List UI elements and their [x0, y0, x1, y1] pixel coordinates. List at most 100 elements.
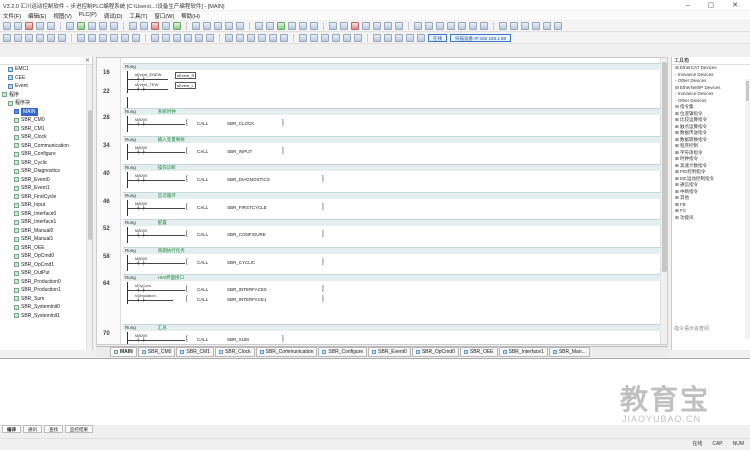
toolbar-button-icon[interactable] — [395, 22, 403, 30]
tree-item[interactable]: 程序块 — [2, 99, 92, 108]
ladder-tool-icon[interactable] — [99, 34, 107, 42]
ladder-tool-icon[interactable] — [3, 34, 11, 42]
tree-item[interactable]: SBR_FirstCycle — [2, 193, 92, 202]
toolbar-button-icon[interactable] — [447, 22, 455, 30]
tab-sbr-man-[interactable]: SBR_Man... — [548, 347, 590, 357]
device-ip-box[interactable]: 扫描设备 IP:192.168.1.88 — [450, 34, 512, 42]
ladder-tool-icon[interactable] — [206, 34, 214, 42]
ladder-tool-icon[interactable] — [88, 34, 96, 42]
toolbar-button-icon[interactable] — [414, 22, 422, 30]
scrollbar-thumb[interactable] — [746, 81, 749, 101]
ladder-tool-icon[interactable] — [384, 34, 392, 42]
tree-item[interactable]: SBR_OEE — [2, 244, 92, 253]
tree-item[interactable]: SBR_Configure — [2, 150, 92, 159]
tree-item[interactable]: SBR_Interface0 — [2, 210, 92, 219]
toolbar-button-icon[interactable] — [510, 22, 518, 30]
tree-item[interactable]: SBR_OutPut — [2, 269, 92, 278]
close-icon[interactable]: ✕ — [85, 57, 90, 64]
ladder-tool-icon[interactable] — [395, 34, 403, 42]
tab-sbr-communication[interactable]: SBR_Communication — [255, 347, 318, 357]
ladder-tool-icon[interactable] — [173, 34, 181, 42]
tree-item[interactable]: SBR_CM1 — [2, 125, 92, 134]
ladder-tool-icon[interactable] — [373, 34, 381, 42]
ladder-tool-icon[interactable] — [77, 34, 85, 42]
toolbar-button-icon[interactable] — [543, 22, 551, 30]
ladder-tool-icon[interactable] — [47, 34, 55, 42]
tree-item[interactable]: SBR_Cyclic — [2, 159, 92, 168]
tree-item[interactable]: EMC1 — [2, 65, 92, 74]
ladder-editor[interactable]: 16 Rung sEvent_ENEW ┤ ├ sEvent_TEW ┤ ├ sEvent_… — [96, 57, 668, 345]
toolbar-button-icon[interactable] — [329, 22, 337, 30]
toolbar-button-icon[interactable] — [140, 22, 148, 30]
output-tab[interactable]: 编译 — [2, 425, 21, 433]
ladder-tool-icon[interactable] — [110, 34, 118, 42]
toolbar-button-icon[interactable] — [340, 22, 348, 30]
toolbar-button-icon[interactable] — [203, 22, 211, 30]
toolbar-button-icon[interactable] — [88, 22, 96, 30]
toolbar-button-icon[interactable] — [351, 22, 359, 30]
tree-item[interactable]: SBR_Event0 — [2, 176, 92, 185]
ladder-tool-icon[interactable] — [247, 34, 255, 42]
toolbar-button-icon[interactable] — [277, 22, 285, 30]
scrollbar-thumb[interactable] — [88, 110, 92, 240]
toolbox-item[interactable]: ⊞ 功能块 — [672, 215, 750, 222]
output-tab[interactable]: 通讯 — [23, 425, 42, 433]
menu-item[interactable]: 视图(V) — [53, 12, 71, 20]
toolbar-button-icon[interactable] — [255, 22, 263, 30]
menu-item[interactable]: 文件(F) — [3, 12, 21, 20]
tree-item[interactable]: SBR_Sum — [2, 295, 92, 304]
toolbar-button-icon[interactable] — [425, 22, 433, 30]
tree-item[interactable]: SBR_OpCmd1 — [2, 261, 92, 270]
toolbar-button-icon[interactable] — [129, 22, 137, 30]
ladder-tool-icon[interactable] — [258, 34, 266, 42]
toolbar-button-icon[interactable] — [458, 22, 466, 30]
toolbar-button-icon[interactable] — [25, 22, 33, 30]
tree-item[interactable]: SBR_Interface1 — [2, 218, 92, 227]
editor-scrollbar[interactable] — [660, 58, 667, 344]
ladder-tool-icon[interactable] — [332, 34, 340, 42]
ladder-tool-icon[interactable] — [184, 34, 192, 42]
ladder-tool-icon[interactable] — [354, 34, 362, 42]
tree-item[interactable]: SBR_Event1 — [2, 184, 92, 193]
online-status-box[interactable]: 在线 — [428, 34, 447, 42]
toolbar-button-icon[interactable] — [3, 22, 11, 30]
tree-item[interactable]: SBR_OpCmd0 — [2, 252, 92, 261]
ladder-tool-icon[interactable] — [321, 34, 329, 42]
toolbar-button-icon[interactable] — [214, 22, 222, 30]
tab-sbr-cm0[interactable]: SBR_CM0 — [137, 347, 176, 357]
ladder-tool-icon[interactable] — [132, 34, 140, 42]
toolbar-button-icon[interactable] — [173, 22, 181, 30]
toolbar-button-icon[interactable] — [288, 22, 296, 30]
network-header[interactable]: Rung 汇总 — [123, 324, 661, 331]
toolbar-button-icon[interactable] — [110, 22, 118, 30]
output-tab[interactable]: 查找 — [44, 425, 63, 433]
toolbar-button-icon[interactable] — [36, 22, 44, 30]
tab-sbr-interface1[interactable]: SBR_Interface1 — [498, 347, 548, 357]
network-header[interactable]: Rung 操作诊断 — [123, 164, 661, 171]
toolbar-button-icon[interactable] — [532, 22, 540, 30]
network-header[interactable]: Rung 首次循环 — [123, 192, 661, 199]
network-header[interactable]: Rung — [123, 63, 661, 70]
tab-sbr-event0[interactable]: SBR_Event0 — [368, 347, 411, 357]
menu-item[interactable]: 调试(D) — [104, 12, 123, 20]
toolbar-button-icon[interactable] — [162, 22, 170, 30]
tab-sbr-opcmd0[interactable]: SBR_OpCmd0 — [411, 347, 459, 357]
toolbar-button-icon[interactable] — [236, 22, 244, 30]
toolbar-button-icon[interactable] — [14, 22, 22, 30]
tab-sbr-cm1[interactable]: SBR_CM1 — [176, 347, 215, 357]
ladder-tool-icon[interactable] — [269, 34, 277, 42]
ladder-tool-icon[interactable] — [151, 34, 159, 42]
tree-item[interactable]: SBR_Diagnostics — [2, 167, 92, 176]
menu-item[interactable]: PLC(P) — [79, 12, 97, 19]
ladder-tool-icon[interactable] — [310, 34, 318, 42]
toolbar-button-icon[interactable] — [47, 22, 55, 30]
ladder-tool-icon[interactable] — [225, 34, 233, 42]
toolbar-button-icon[interactable] — [480, 22, 488, 30]
tree-item[interactable]: 程序 — [2, 91, 92, 100]
toolbar-button-icon[interactable] — [436, 22, 444, 30]
output-tab[interactable]: 监控结果 — [65, 425, 93, 433]
tree-item[interactable]: MAIN — [2, 107, 92, 116]
tree-item[interactable]: SBR_Clock — [2, 133, 92, 142]
toolbar-button-icon[interactable] — [225, 22, 233, 30]
tree-item[interactable]: SBR_Systemlnit1 — [2, 312, 92, 321]
